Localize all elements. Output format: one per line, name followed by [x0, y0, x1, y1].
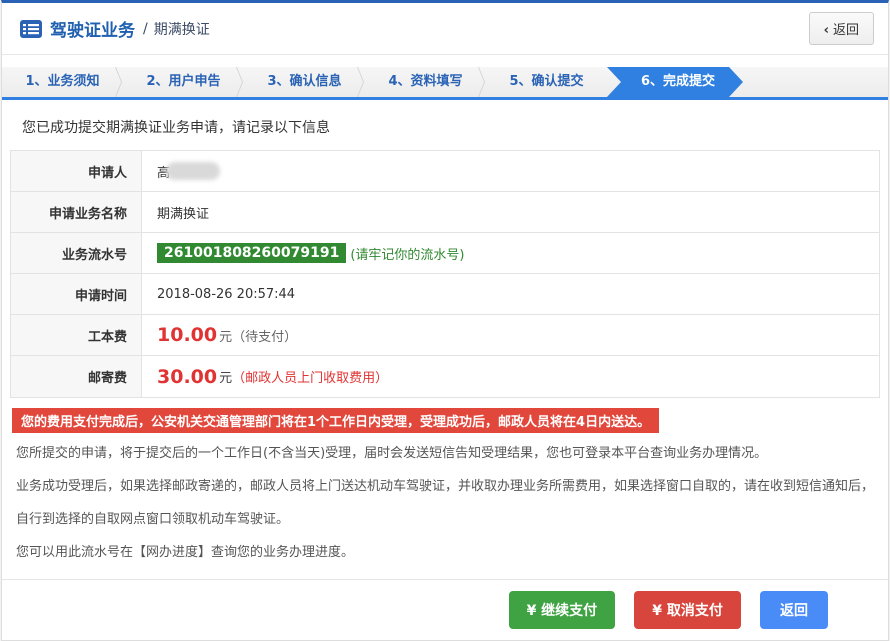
- applicant-label: 申请人: [11, 151, 142, 191]
- step-5-confirm-submit[interactable]: 5、确认提交: [486, 67, 607, 97]
- step-6-complete-submit[interactable]: 6、完成提交: [607, 67, 743, 97]
- chevron-left-icon: ‹: [824, 23, 829, 38]
- license-list-icon: [20, 20, 42, 38]
- back-button-bottom[interactable]: 返回: [760, 591, 828, 629]
- page-title: 驾驶证业务: [50, 16, 135, 41]
- step-wizard: 1、业务须知 2、用户申告 3、确认信息 4、资料填写 5、确认提交 6、完成提…: [2, 67, 888, 100]
- alert-banner-wrap: 您的费用支付完成后，公安机关交通管理部门将在1个工作日内受理，受理成功后，邮政人…: [2, 398, 888, 433]
- business-name-value: 期满换证: [142, 192, 879, 232]
- success-message: 您已成功提交期满换证业务申请，请记录以下信息: [22, 117, 888, 137]
- page-header: 驾驶证业务 / 期满换证 ‹ 返回: [2, 3, 888, 55]
- postage-fee-note: （邮政人员上门收取费用）: [232, 367, 388, 386]
- notice-paragraph-3: 您可以用此流水号在【网办进度】查询您的业务办理进度。: [16, 536, 874, 569]
- production-fee-amount: 10.00: [157, 324, 217, 346]
- continue-pay-button[interactable]: ¥ 继续支付: [509, 591, 616, 629]
- action-button-bar: ¥ 继续支付 ¥ 取消支付 返回: [2, 579, 888, 640]
- page-container: 驾驶证业务 / 期满换证 ‹ 返回 1、业务须知 2、用户申告 3、确认信息 4、…: [1, 0, 889, 641]
- postage-fee-amount: 30.00: [157, 366, 217, 388]
- cancel-pay-button[interactable]: ¥ 取消支付: [634, 591, 741, 629]
- apply-time-value: 2018-08-26 20:57:44: [142, 274, 879, 314]
- step-1-business-notice[interactable]: 1、业务须知: [2, 67, 123, 97]
- table-row-applicant: 申请人 高: [11, 151, 879, 192]
- back-button-top[interactable]: ‹ 返回: [809, 12, 874, 45]
- production-fee-status: 元（待支付）: [219, 326, 297, 345]
- redacted-name-blur: [166, 162, 220, 180]
- production-fee-label: 工本费: [11, 315, 142, 355]
- serial-number-note: (请牢记你的流水号): [350, 244, 464, 263]
- serial-number-badge: 261001808260079191: [157, 243, 346, 263]
- breadcrumb-separator: /: [143, 21, 148, 37]
- step-2-user-declaration[interactable]: 2、用户申告: [123, 67, 244, 97]
- table-row-postage-fee: 邮寄费 30.00 元 （邮政人员上门收取费用）: [11, 356, 879, 397]
- production-fee-value: 10.00 元（待支付）: [142, 315, 879, 355]
- table-row-apply-time: 申请时间 2018-08-26 20:57:44: [11, 274, 879, 315]
- table-row-production-fee: 工本费 10.00 元（待支付）: [11, 315, 879, 356]
- notice-paragraph-1: 您所提交的申请，将于提交后的一个工作日(不含当天)受理，届时会发送短信告知受理结…: [16, 437, 874, 470]
- table-row-serial-number: 业务流水号 261001808260079191 (请牢记你的流水号): [11, 233, 879, 274]
- applicant-value: 高: [142, 151, 879, 191]
- notice-paragraph-2: 业务成功受理后，如果选择邮政寄递的，邮政人员将上门送达机动车驾驶证，并收取办理业…: [16, 470, 874, 536]
- apply-time-label: 申请时间: [11, 274, 142, 314]
- serial-number-label: 业务流水号: [11, 233, 142, 273]
- payment-alert-banner: 您的费用支付完成后，公安机关交通管理部门将在1个工作日内受理，受理成功后，邮政人…: [12, 408, 659, 433]
- business-name-label: 申请业务名称: [11, 192, 142, 232]
- table-row-business-name: 申请业务名称 期满换证: [11, 192, 879, 233]
- step-3-confirm-info[interactable]: 3、确认信息: [244, 67, 365, 97]
- serial-number-value: 261001808260079191 (请牢记你的流水号): [142, 233, 879, 273]
- breadcrumb-current: 期满换证: [154, 19, 210, 39]
- application-info-table: 申请人 高 申请业务名称 期满换证 业务流水号 2610018082600791…: [10, 150, 880, 398]
- notice-paragraphs: 您所提交的申请，将于提交后的一个工作日(不含当天)受理，届时会发送短信告知受理结…: [16, 437, 874, 569]
- step-4-fill-data[interactable]: 4、资料填写: [365, 67, 486, 97]
- postage-fee-unit: 元: [219, 367, 232, 386]
- postage-fee-label: 邮寄费: [11, 356, 142, 397]
- back-button-top-label: 返回: [833, 23, 859, 38]
- postage-fee-value: 30.00 元 （邮政人员上门收取费用）: [142, 356, 879, 397]
